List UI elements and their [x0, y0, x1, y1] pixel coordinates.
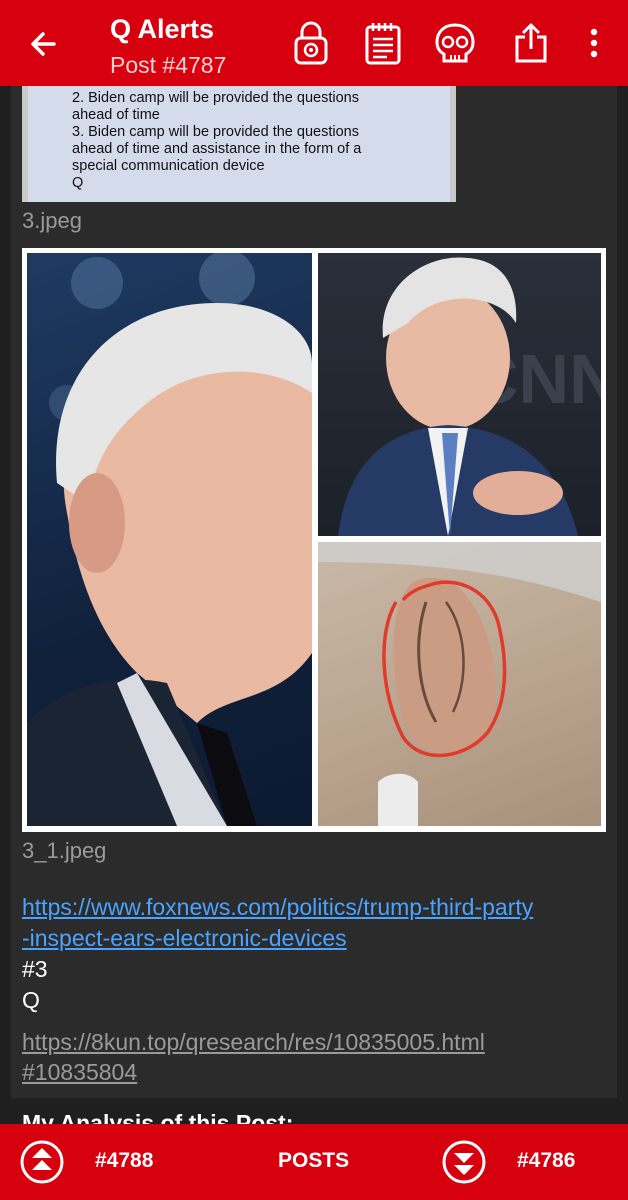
post-number: Post #4787 [110, 52, 227, 78]
doc-line: special communication device [72, 158, 265, 174]
doc-line: ahead of time [72, 107, 160, 123]
profile-photo [27, 253, 312, 826]
image-caption: 3.jpeg [22, 208, 82, 233]
next-post-button[interactable]: #4786 [517, 1149, 575, 1173]
next-post-icon[interactable] [441, 1139, 487, 1185]
doc-line: Q [72, 175, 84, 191]
image-caption: 3_1.jpeg [22, 838, 107, 863]
doc-line: 2. Biden camp will be provided the quest… [72, 90, 359, 106]
article-link-continued[interactable]: -inspect-ears-electronic-devices [22, 923, 347, 953]
app-bar: Q Alerts Post #4787 [0, 0, 628, 86]
skull-icon[interactable] [432, 20, 478, 66]
doc-line: 3. Biden camp will be provided the quest… [72, 124, 359, 140]
more-vert-icon[interactable] [572, 20, 616, 66]
source-link[interactable]: https://8kun.top/qresearch/res/10835005.… [22, 1027, 485, 1057]
doc-line: ahead of time and assistance in the form… [72, 141, 362, 157]
app-title: Q Alerts [110, 14, 215, 44]
ear-closeup-photo [318, 542, 601, 826]
prev-post-icon[interactable] [19, 1139, 65, 1185]
post-tag: #3 [22, 956, 48, 982]
share-icon[interactable] [508, 20, 554, 66]
notepad-icon[interactable] [360, 20, 406, 66]
bottom-nav-bar: #4788 POSTS #4786 [0, 1124, 628, 1200]
title-block: Q Alerts Post #4787 [110, 14, 226, 80]
photo-collage[interactable]: CNN [22, 248, 606, 832]
source-post-link[interactable]: #10835804 [22, 1057, 137, 1087]
podium-photo: CNN [318, 253, 601, 536]
prev-post-button[interactable]: #4788 [95, 1149, 153, 1173]
article-link[interactable]: https://www.foxnews.com/politics/trump-t… [22, 892, 533, 922]
back-arrow-icon[interactable] [24, 24, 64, 64]
lock-icon[interactable] [288, 20, 334, 66]
post-signature: Q [22, 987, 40, 1013]
document-image[interactable]: 2. Biden camp will be provided the quest… [22, 86, 456, 202]
posts-button[interactable]: POSTS [278, 1149, 349, 1173]
